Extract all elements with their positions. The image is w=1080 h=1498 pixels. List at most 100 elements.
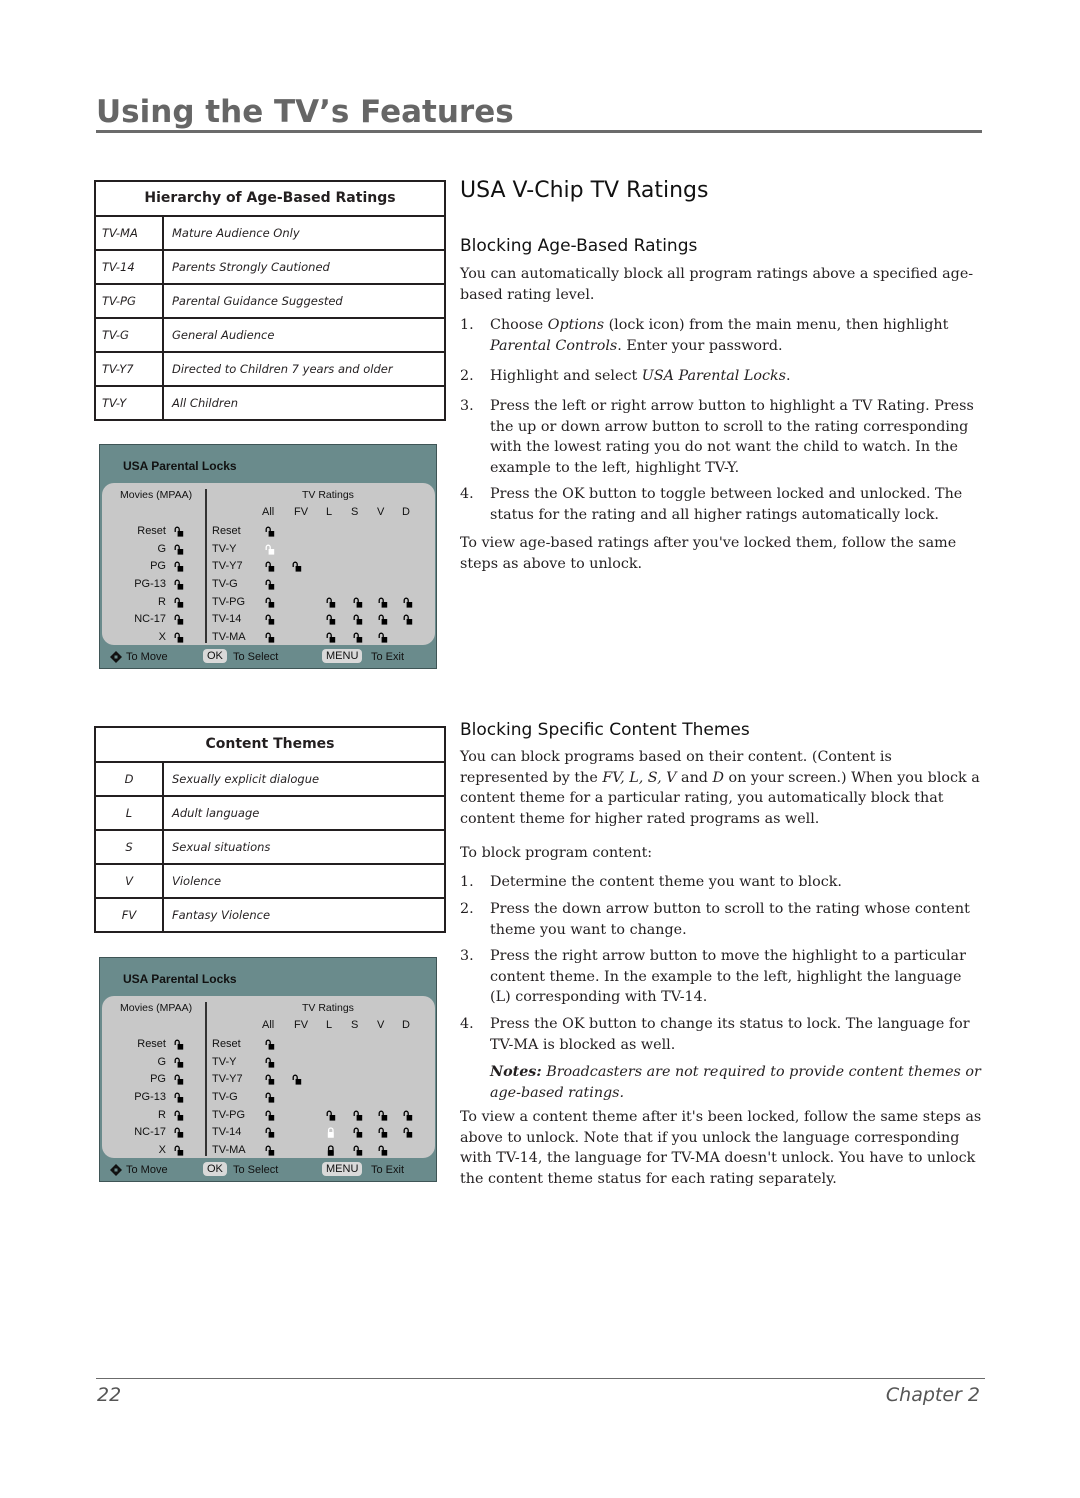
- unlocked-icon[interactable]: [174, 1074, 184, 1085]
- unlocked-icon[interactable]: [265, 561, 275, 572]
- tv-rating-label[interactable]: TV-Y: [212, 543, 236, 556]
- unlocked-icon[interactable]: [378, 1127, 388, 1138]
- notes-label: Notes:: [490, 1064, 542, 1080]
- unlocked-icon[interactable]: [174, 632, 184, 643]
- tv-rating-label[interactable]: Reset: [212, 525, 241, 538]
- unlocked-icon[interactable]: [265, 1039, 275, 1050]
- unlocked-icon[interactable]: [265, 544, 275, 555]
- step-number: 2.: [460, 901, 474, 917]
- panel-body: Movies (MPAA) TV Ratings All FV L S V D Reset G PG…: [102, 996, 435, 1158]
- lock-icon[interactable]: [326, 1145, 336, 1156]
- unlocked-icon[interactable]: [174, 1092, 184, 1103]
- unlocked-icon[interactable]: [265, 632, 275, 643]
- unlocked-icon[interactable]: [265, 1074, 275, 1085]
- unlocked-icon[interactable]: [403, 597, 413, 608]
- content-code: S: [96, 831, 164, 863]
- unlocked-icon[interactable]: [378, 1145, 388, 1156]
- unlocked-icon[interactable]: [265, 597, 275, 608]
- unlocked-icon[interactable]: [403, 1127, 413, 1138]
- unlocked-icon[interactable]: [174, 614, 184, 625]
- unlocked-icon[interactable]: [326, 614, 336, 625]
- movies-header: Movies (MPAA): [120, 1002, 193, 1014]
- lock-icon[interactable]: [326, 1127, 336, 1138]
- unlocked-icon[interactable]: [353, 632, 363, 643]
- tv-rating-label[interactable]: TV-PG: [212, 596, 245, 609]
- unlocked-icon[interactable]: [174, 1127, 184, 1138]
- movie-rating-label[interactable]: G: [102, 543, 166, 556]
- unlocked-icon[interactable]: [353, 597, 363, 608]
- unlocked-icon[interactable]: [265, 1127, 275, 1138]
- unlocked-icon[interactable]: [174, 1110, 184, 1121]
- unlocked-icon[interactable]: [265, 1145, 275, 1156]
- unlocked-icon[interactable]: [265, 614, 275, 625]
- tv-rating-label[interactable]: TV-Y7: [212, 1073, 243, 1086]
- step-item: 4. Press the OK button to toggle between …: [460, 484, 984, 525]
- movie-rating-label[interactable]: R: [102, 596, 166, 609]
- step-item: 1. Choose Options (lock icon) from the ma…: [460, 315, 984, 356]
- unlocked-icon[interactable]: [174, 561, 184, 572]
- panel-footer: To Move OK To Select MENU To Exit: [100, 646, 436, 668]
- unlocked-icon[interactable]: [265, 1092, 275, 1103]
- unlocked-icon[interactable]: [174, 579, 184, 590]
- age-code: TV-PG: [96, 285, 164, 317]
- movie-rating-label[interactable]: Reset: [102, 1038, 166, 1051]
- content-row: L Adult language: [96, 797, 444, 831]
- movie-rating-label[interactable]: NC-17: [102, 613, 166, 626]
- movie-rating-label[interactable]: Reset: [102, 525, 166, 538]
- age-row: TV-MA Mature Audience Only: [96, 217, 444, 251]
- step-text: Determine the content theme you want to …: [490, 874, 842, 890]
- unlocked-icon[interactable]: [174, 526, 184, 537]
- unlocked-icon[interactable]: [265, 1110, 275, 1121]
- unlocked-icon[interactable]: [326, 1110, 336, 1121]
- menu-key[interactable]: MENU: [322, 1162, 363, 1176]
- unlocked-icon[interactable]: [265, 1057, 275, 1068]
- content-description: Violence: [172, 874, 222, 888]
- unlocked-icon[interactable]: [353, 1145, 363, 1156]
- tv-rating-label[interactable]: TV-MA: [212, 631, 246, 644]
- unlocked-icon[interactable]: [353, 1110, 363, 1121]
- unlocked-icon[interactable]: [174, 597, 184, 608]
- unlocked-icon[interactable]: [403, 614, 413, 625]
- step-item: 2. Press the down arrow button to scroll …: [460, 899, 984, 940]
- unlocked-icon[interactable]: [326, 597, 336, 608]
- unlocked-icon[interactable]: [174, 1057, 184, 1068]
- movie-rating-label[interactable]: PG-13: [102, 578, 166, 591]
- tv-rating-label[interactable]: TV-G: [212, 1091, 238, 1104]
- unlocked-icon[interactable]: [403, 1110, 413, 1121]
- tv-rating-label[interactable]: TV-14: [212, 1126, 241, 1139]
- panel-title: USA Parental Locks: [123, 972, 237, 986]
- age-description: Parental Guidance Suggested: [172, 294, 343, 308]
- unlocked-icon[interactable]: [353, 1127, 363, 1138]
- movie-rating-label[interactable]: X: [102, 631, 166, 644]
- tv-rating-label[interactable]: TV-Y: [212, 1056, 236, 1069]
- unlocked-icon[interactable]: [265, 526, 275, 537]
- ok-key[interactable]: OK: [203, 649, 227, 663]
- movie-rating-label[interactable]: PG: [102, 1073, 166, 1086]
- tv-rating-label[interactable]: TV-14: [212, 613, 241, 626]
- unlocked-icon[interactable]: [378, 632, 388, 643]
- unlocked-icon[interactable]: [378, 1110, 388, 1121]
- tv-rating-label[interactable]: Reset: [212, 1038, 241, 1051]
- unlocked-icon[interactable]: [174, 544, 184, 555]
- tv-rating-label[interactable]: TV-G: [212, 578, 238, 591]
- tv-rating-label[interactable]: TV-Y7: [212, 560, 243, 573]
- unlocked-icon[interactable]: [326, 632, 336, 643]
- movie-rating-label[interactable]: NC-17: [102, 1126, 166, 1139]
- unlocked-icon[interactable]: [292, 561, 302, 572]
- movie-rating-label[interactable]: R: [102, 1109, 166, 1122]
- unlocked-icon[interactable]: [174, 1039, 184, 1050]
- unlocked-icon[interactable]: [378, 614, 388, 625]
- unlocked-icon[interactable]: [353, 614, 363, 625]
- tv-rating-label[interactable]: TV-MA: [212, 1144, 246, 1157]
- movie-rating-label[interactable]: PG: [102, 560, 166, 573]
- unlocked-icon[interactable]: [292, 1074, 302, 1085]
- movie-rating-label[interactable]: X: [102, 1144, 166, 1157]
- unlocked-icon[interactable]: [265, 579, 275, 590]
- unlocked-icon[interactable]: [174, 1145, 184, 1156]
- movie-rating-label[interactable]: G: [102, 1056, 166, 1069]
- menu-key[interactable]: MENU: [322, 649, 363, 663]
- unlocked-icon[interactable]: [378, 597, 388, 608]
- tv-rating-label[interactable]: TV-PG: [212, 1109, 245, 1122]
- movie-rating-label[interactable]: PG-13: [102, 1091, 166, 1104]
- ok-key[interactable]: OK: [203, 1162, 227, 1176]
